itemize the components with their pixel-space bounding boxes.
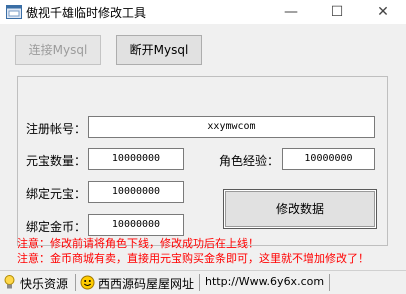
- status-separator: [329, 274, 330, 291]
- lightbulb-icon: [4, 275, 15, 289]
- bound-gold-label: 绑定金币：: [26, 220, 87, 234]
- notice-line-2: 注意：金币商城有卖，直接用元宝购买金条即可，这里就不增加修改了！: [17, 252, 369, 265]
- title-bar: 傲视千雄临时修改工具 — ☐ ✕: [0, 0, 406, 24]
- status-separator: [75, 274, 76, 291]
- client-area: 连接Mysql 断开Mysql 注册帐号： xxymwcom 元宝数量： 100…: [0, 24, 406, 270]
- status-item-site-name: 西西源码屋屋网址: [98, 277, 195, 291]
- exp-input[interactable]: 10000000: [282, 148, 375, 170]
- window-title: 傲视千雄临时修改工具: [26, 6, 147, 20]
- bound-yuanbao-label: 绑定元宝：: [26, 187, 87, 201]
- bound-yuanbao-input[interactable]: 10000000: [88, 181, 184, 203]
- status-item-happy-resources: 快乐资源: [20, 277, 69, 291]
- status-item-url[interactable]: http://Www.6y6x.com: [205, 275, 324, 288]
- modify-data-button[interactable]: 修改数据: [223, 189, 377, 229]
- connect-mysql-button[interactable]: 连接Mysql: [15, 35, 101, 65]
- exp-label: 角色经验：: [219, 154, 280, 168]
- status-separator: [199, 274, 200, 291]
- status-bar: 快乐资源 西西源码屋屋网址 http://Www.6y6x.com: [0, 270, 406, 294]
- notice-line-1: 注意：修改前请将角色下线，修改成功后在上线！: [17, 237, 259, 250]
- yuanbao-input[interactable]: 10000000: [88, 148, 184, 170]
- bound-gold-input[interactable]: 10000000: [88, 214, 184, 236]
- maximize-button[interactable]: ☐: [314, 0, 360, 24]
- app-icon: [6, 5, 22, 19]
- data-groupbox: 注册帐号： xxymwcom 元宝数量： 10000000 角色经验： 1000…: [17, 76, 388, 246]
- close-button[interactable]: ✕: [360, 0, 406, 24]
- account-label: 注册帐号：: [26, 122, 87, 136]
- yuanbao-label: 元宝数量：: [26, 154, 87, 168]
- disconnect-mysql-button[interactable]: 断开Mysql: [116, 35, 202, 65]
- smiley-icon: [80, 275, 95, 290]
- account-input[interactable]: xxymwcom: [88, 116, 375, 138]
- minimize-button[interactable]: —: [268, 0, 314, 24]
